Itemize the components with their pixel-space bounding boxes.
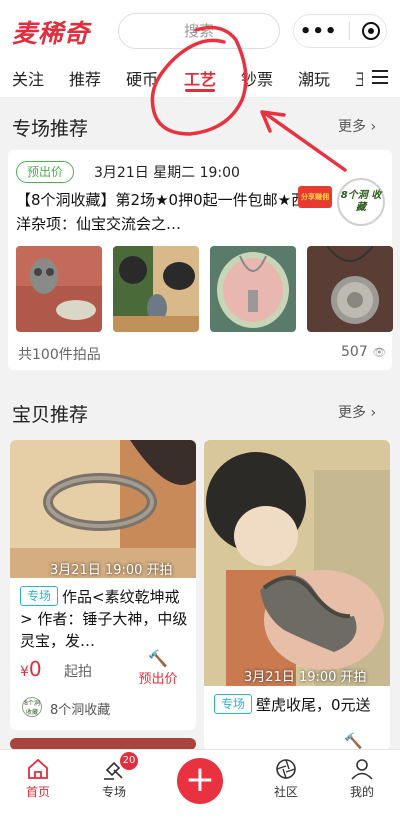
lot-count: 共100件拍品	[18, 347, 101, 363]
starting-bid-label: 起拍	[64, 664, 92, 680]
special-auction-card[interactable]: 预出价 3月21日 星期二 19:00 【8个洞收藏】第2场★0押0起一件包邮★…	[8, 150, 393, 370]
special-more-link[interactable]: 更多 ›	[338, 116, 376, 136]
price-value: 0	[28, 657, 42, 681]
nav-mine-label: 我的	[349, 785, 374, 799]
special-section-title: 专场推荐	[12, 118, 89, 140]
category-tabs: 关注 推荐 硬币 工艺 钞票 潮玩 玉	[0, 58, 400, 98]
mini-program-capsule: •••	[293, 14, 387, 48]
pre-bid-badge: 预出价	[16, 161, 75, 183]
top-header: 麦稀奇 搜索 •••	[0, 0, 400, 58]
tab-recommend[interactable]: 推荐	[69, 66, 101, 90]
nav-special-label: 专场	[101, 785, 126, 799]
nav-mine[interactable]: 我的	[332, 758, 392, 800]
nav-community-label: 社区	[273, 785, 298, 799]
products-more-link[interactable]: 更多 ›	[338, 402, 376, 422]
view-count-value: 507	[341, 344, 368, 360]
bottom-navigation: 首页 专场 20 + 社区 我的	[0, 749, 400, 818]
tab-follow[interactable]: 关注	[12, 66, 44, 90]
shop-logo[interactable]: 8个洞 收藏	[337, 178, 385, 226]
capsule-divider	[349, 22, 351, 40]
nav-special[interactable]: 专场 20	[84, 752, 144, 800]
share-earn-badge[interactable]: 分享赚佣	[298, 186, 332, 208]
product-image[interactable]	[204, 440, 390, 690]
lot-thumbnail[interactable]	[307, 246, 393, 332]
nav-community[interactable]: 社区	[256, 758, 316, 800]
lot-thumbnail[interactable]	[113, 246, 199, 332]
app-logo[interactable]: 麦稀奇	[12, 14, 90, 50]
tab-jade[interactable]: 玉	[355, 66, 363, 90]
nav-home[interactable]: 首页	[8, 758, 68, 800]
tab-trendy-toys[interactable]: 潮玩	[298, 66, 330, 90]
active-tab-indicator	[185, 89, 215, 92]
home-icon	[28, 758, 48, 779]
lot-thumbnail[interactable]	[16, 246, 102, 332]
special-tag: 专场	[214, 694, 253, 714]
nav-home-label: 首页	[25, 785, 50, 799]
menu-icon[interactable]	[372, 70, 388, 88]
user-icon	[351, 759, 373, 780]
gavel-icon: 🔨	[148, 649, 168, 668]
pre-bid-label: 预出价	[138, 672, 178, 687]
publish-plus-button[interactable]: +	[177, 758, 223, 804]
aperture-icon	[276, 759, 296, 779]
product-card[interactable]: 3月21日 19:00 开拍 专场 壁虎收尾，0元送 🔨	[204, 440, 390, 750]
product-title-text: 壁虎收尾，0元送	[256, 696, 371, 714]
tab-crafts[interactable]: 工艺	[184, 66, 216, 90]
shop-name[interactable]: 8个洞收藏	[50, 699, 110, 718]
arrow-head	[260, 110, 286, 133]
auction-date: 3月21日 星期二 19:00	[94, 165, 240, 181]
gavel-icon: 🔨	[344, 732, 363, 750]
auction-title: 【8个洞收藏】第2场★0押0起一件包邮★西洋杂项：仙宝交流会之…	[16, 191, 307, 233]
tab-banknotes[interactable]: 钞票	[241, 66, 273, 90]
auction-start-time: 3月21日 19:00 开拍	[244, 670, 367, 685]
tab-coins[interactable]: 硬币	[126, 66, 158, 90]
special-tag: 专场	[20, 586, 59, 606]
search-input[interactable]: 搜索	[118, 13, 280, 49]
products-section-title: 宝贝推荐	[12, 404, 89, 426]
close-miniprogram-icon[interactable]	[362, 22, 381, 40]
special-count-badge: 20	[120, 752, 138, 770]
currency-symbol: ¥	[20, 664, 29, 680]
more-menu-button[interactable]: •••	[300, 21, 338, 42]
auction-start-time: 3月21日 19:00 开拍	[50, 563, 173, 578]
starting-price: ¥0	[20, 657, 42, 681]
pre-bid-button[interactable]: 🔨 预出价	[130, 649, 186, 688]
product-title: 专场 作品<素纹乾坤戒> 作者：锤子大神，中级灵宝，发…	[20, 586, 190, 652]
shop-avatar[interactable]: 8个洞 收藏	[22, 697, 42, 717]
eye-icon: 👁	[372, 346, 387, 359]
product-card[interactable]: 3月21日 19:00 开拍 专场 作品<素纹乾坤戒> 作者：锤子大神，中级灵宝，…	[10, 440, 196, 730]
view-count: 507 👁	[341, 344, 386, 360]
lot-thumbnail[interactable]	[210, 246, 296, 332]
